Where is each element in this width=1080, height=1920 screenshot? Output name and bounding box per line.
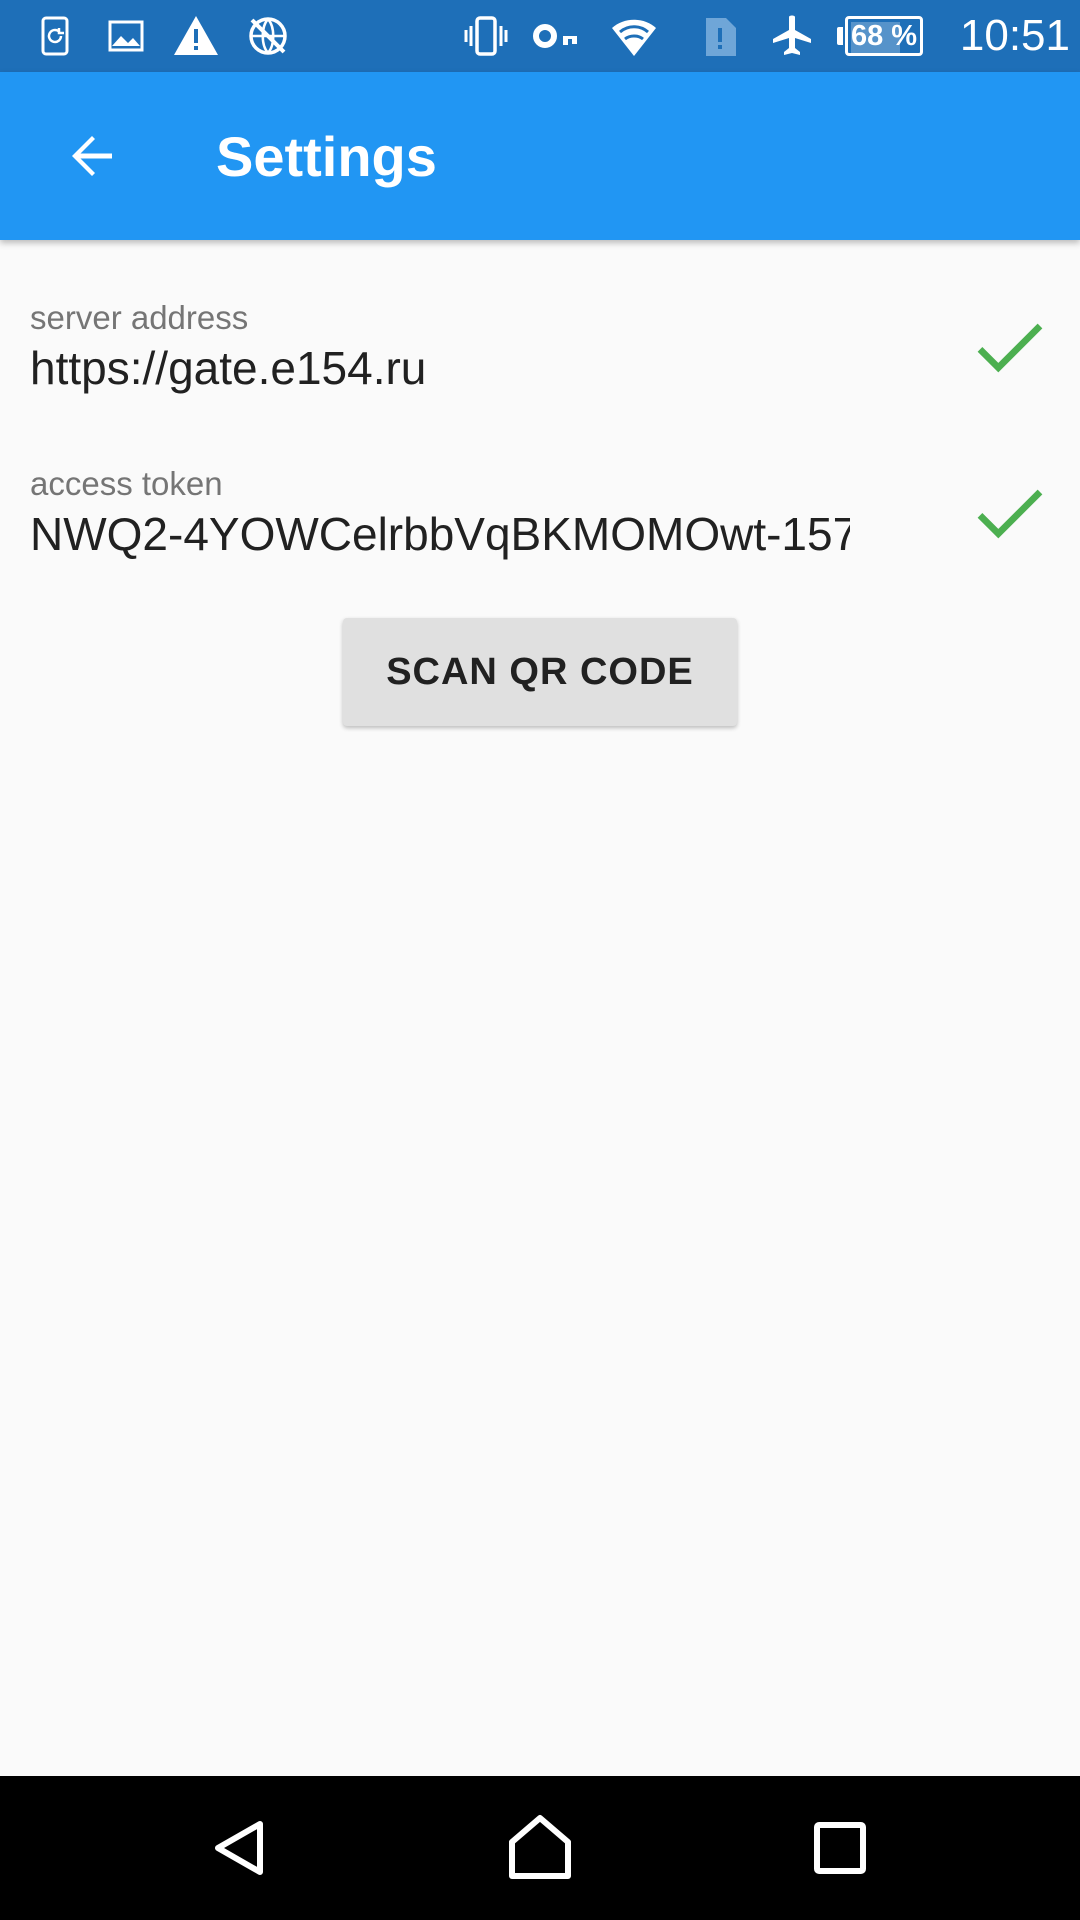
navigation-bar <box>0 1776 1080 1920</box>
vpn-key-icon <box>532 12 580 60</box>
server-address-field: server address https://gate.e154.ru <box>30 298 1050 438</box>
check-icon <box>970 306 1050 386</box>
app-bar: Settings <box>0 72 1080 240</box>
sim-alert-icon <box>696 12 744 60</box>
warning-icon <box>172 12 220 60</box>
nav-home-button[interactable] <box>492 1800 588 1896</box>
access-token-label: access token <box>30 465 223 502</box>
wifi-icon <box>610 12 658 60</box>
server-address-input[interactable]: https://gate.e154.ru <box>30 338 850 398</box>
no-network-icon <box>244 12 292 60</box>
clock: 10:51 <box>959 11 1070 60</box>
server-address-label: server address <box>30 299 249 336</box>
image-icon <box>102 12 150 60</box>
battery-indicator: 68 % <box>837 16 927 56</box>
settings-screen: 68 % 10:51 Settings server address https… <box>0 0 1080 1920</box>
arrow-back-icon <box>72 136 112 176</box>
back-triangle-icon <box>215 1821 263 1875</box>
airplane-icon <box>768 12 816 60</box>
sync-sim-icon <box>30 12 78 60</box>
status-bar: 68 % 10:51 <box>0 0 1080 72</box>
access-token-field: access token NWQ2-4YOWCelrbbVqBKMOMOwt-1… <box>30 464 1050 604</box>
back-button[interactable] <box>44 108 140 204</box>
recents-icon <box>814 1822 866 1874</box>
page-title: Settings <box>216 125 437 188</box>
access-token-input[interactable]: NWQ2-4YOWCelrbbVqBKMOMOwt-157 <box>30 504 850 564</box>
check-icon <box>970 472 1050 552</box>
vibrate-icon <box>462 12 510 60</box>
nav-back-button[interactable] <box>192 1800 288 1896</box>
battery-tip <box>837 27 843 45</box>
battery-percent: 68 % <box>850 20 918 52</box>
home-icon <box>509 1815 571 1879</box>
nav-recents-button[interactable] <box>792 1800 888 1896</box>
scan-qr-code-button[interactable]: SCAN QR CODE <box>343 618 737 726</box>
